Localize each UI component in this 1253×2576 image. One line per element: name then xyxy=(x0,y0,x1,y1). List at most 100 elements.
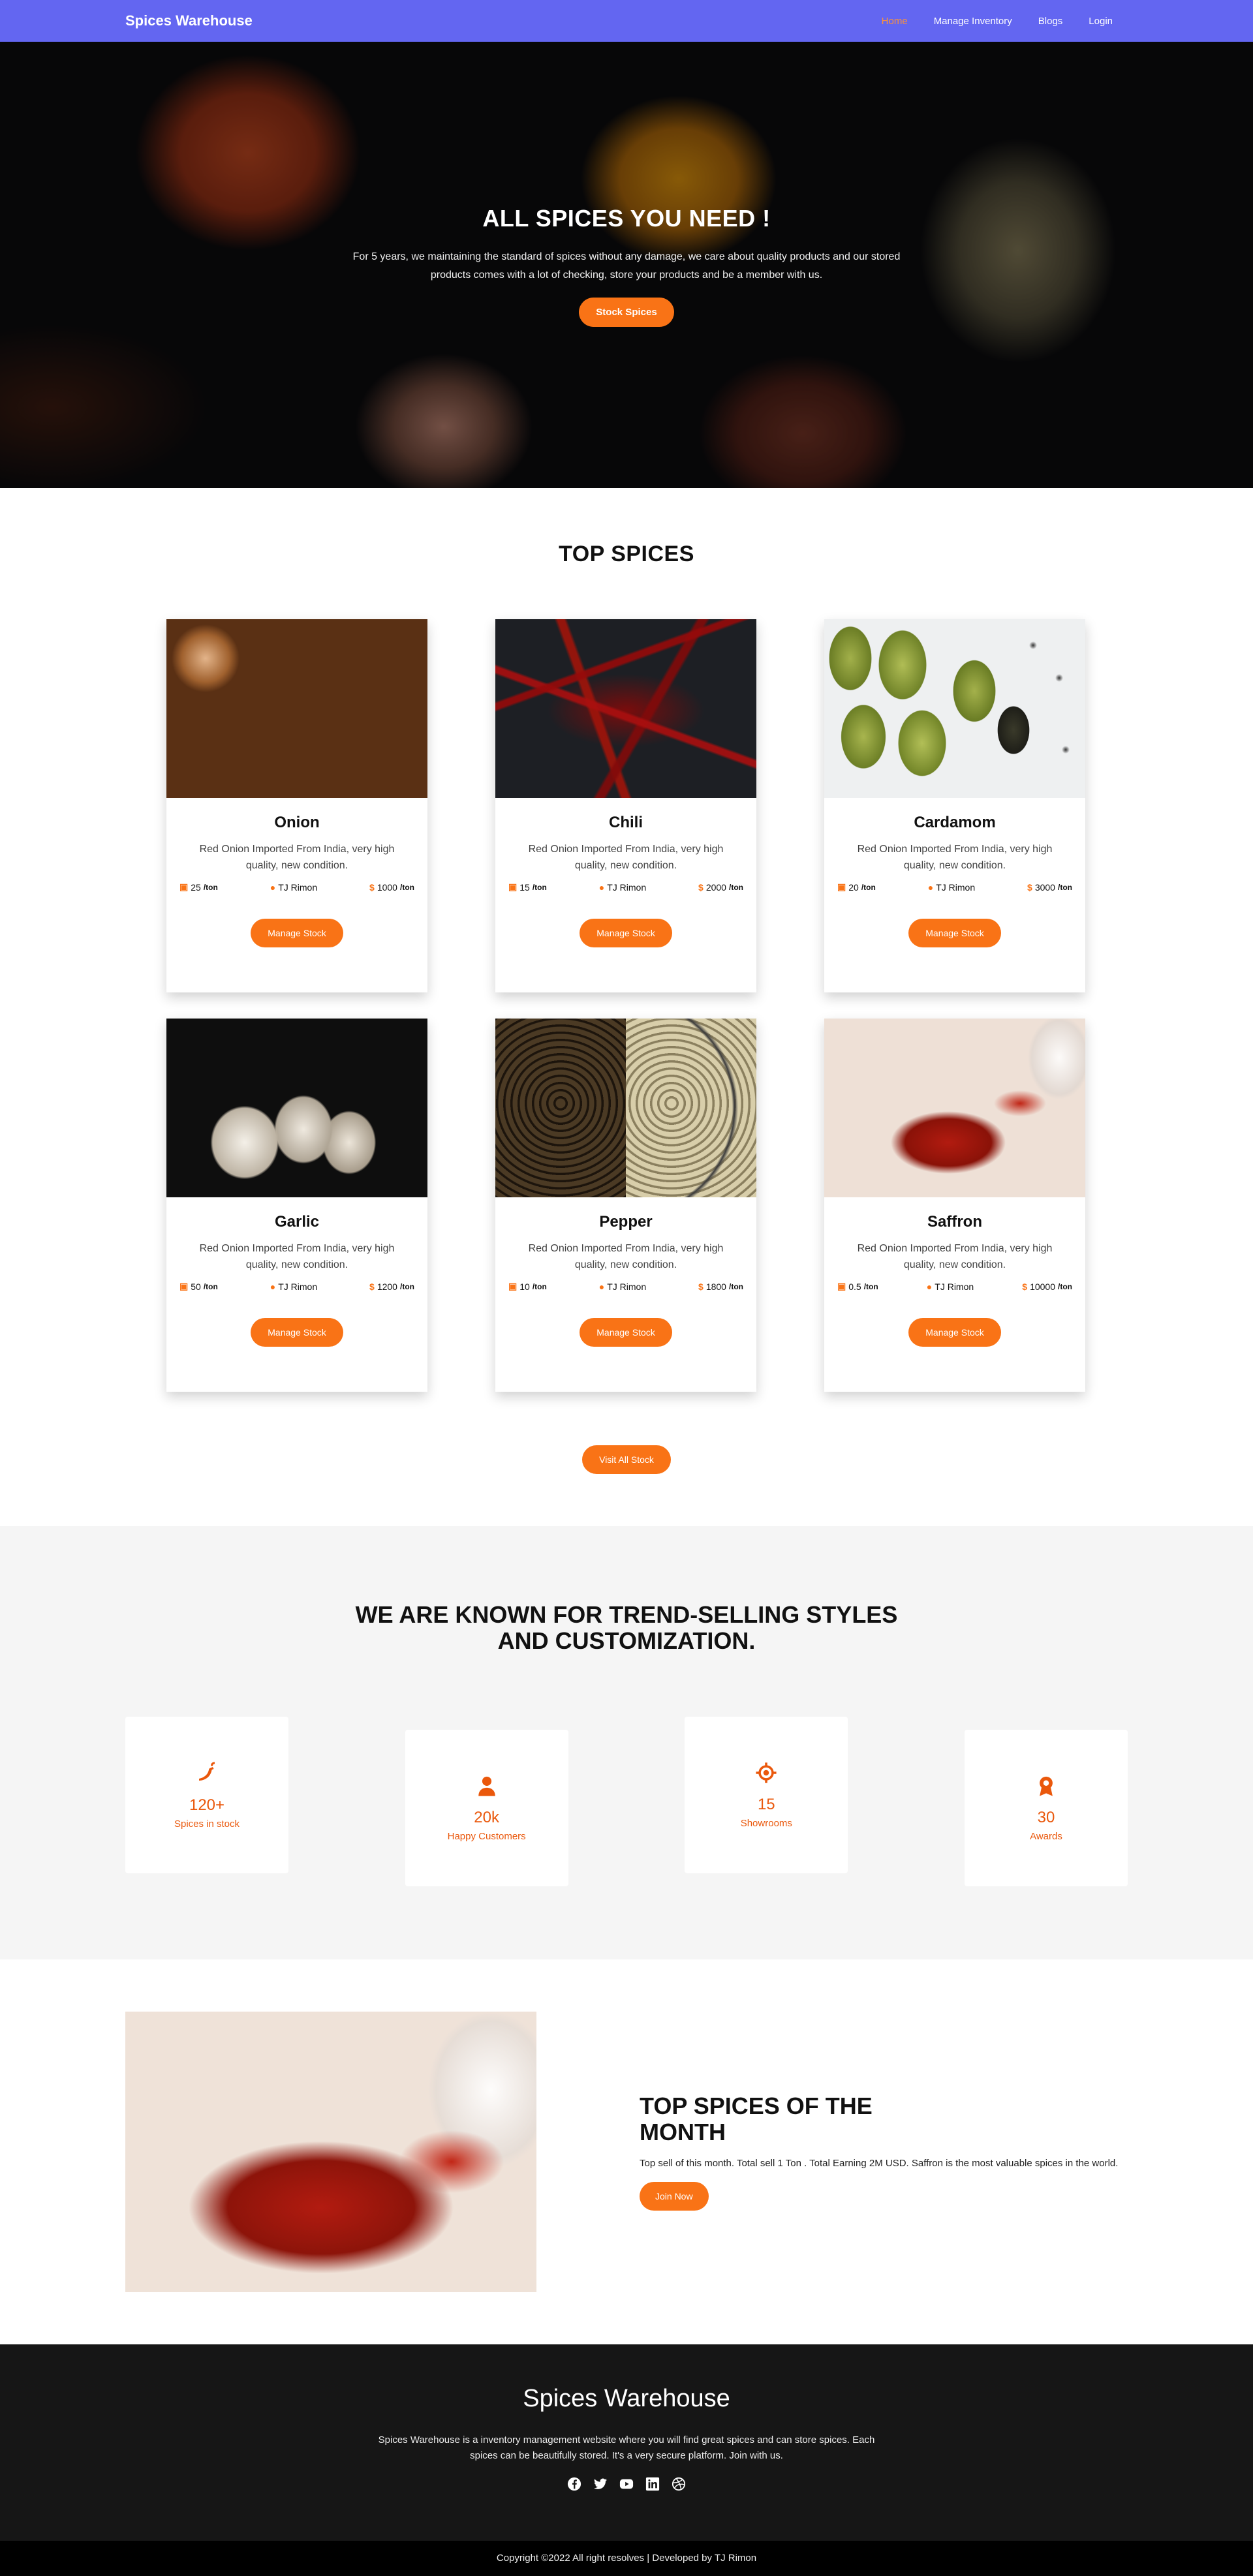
dollar-icon: $ xyxy=(369,882,375,893)
spice-card-chili: Chili Red Onion Imported From India, ver… xyxy=(495,619,756,992)
spice-card-onion: Onion Red Onion Imported From India, ver… xyxy=(166,619,427,992)
price-info: $1000/ton xyxy=(369,882,414,893)
navbar: Spices Warehouse Home Manage Inventory B… xyxy=(0,0,1253,42)
hero-text: For 5 years, we maintaining the standard… xyxy=(352,251,901,281)
price-info: $1200/ton xyxy=(369,1281,414,1292)
supplier-info: ● TJ Rimon xyxy=(599,1281,646,1292)
cardamom-image xyxy=(824,619,1085,798)
location-target-icon xyxy=(755,1762,777,1788)
stock-spices-button[interactable]: Stock Spices xyxy=(579,298,674,327)
nav-home[interactable]: Home xyxy=(882,16,908,27)
stat-value: 15 xyxy=(757,1795,775,1813)
quantity-info: ▣ 25/ton xyxy=(179,882,218,893)
supplier-info: ● TJ Rimon xyxy=(927,1281,974,1292)
nav-blogs[interactable]: Blogs xyxy=(1038,16,1063,27)
manage-stock-button[interactable]: Manage Stock xyxy=(908,1318,1001,1347)
nav-links: Home Manage Inventory Blogs Login xyxy=(882,16,1113,27)
award-icon xyxy=(1035,1775,1057,1801)
spice-meta: ▣ 15/ton ● TJ Rimon $2000/ton xyxy=(508,882,743,893)
user-circle-icon: ● xyxy=(270,1281,276,1292)
manage-stock-button[interactable]: Manage Stock xyxy=(580,1318,672,1347)
month-title: TOP SPICES OF THE MONTH xyxy=(640,2093,873,2145)
dollar-icon: $ xyxy=(1027,882,1032,893)
stats-row: 120+ Spices in stock 20k Happy Customers… xyxy=(125,1717,1128,1886)
quantity-unit: /ton xyxy=(861,882,876,892)
stat-card-customers: 20k Happy Customers xyxy=(405,1730,568,1886)
footer-text: Spices Warehouse is a inventory manageme… xyxy=(378,2434,875,2461)
spice-description: Red Onion Imported From India, very high… xyxy=(528,1243,724,1270)
spice-description: Red Onion Imported From India, very high… xyxy=(199,844,395,871)
join-now-button[interactable]: Join Now xyxy=(640,2182,709,2211)
stat-label: Showrooms xyxy=(740,1817,792,1829)
month-content: TOP SPICES OF THE MONTH Top sell of this… xyxy=(640,2093,1122,2211)
visit-all-stock-button[interactable]: Visit All Stock xyxy=(582,1445,671,1474)
quantity-value: 25 xyxy=(191,882,201,893)
stat-value: 20k xyxy=(474,1808,499,1826)
nav-login[interactable]: Login xyxy=(1089,16,1113,27)
youtube-icon[interactable] xyxy=(619,2477,634,2491)
spice-name: Saffron xyxy=(927,1213,982,1231)
quantity-unit: /ton xyxy=(863,1281,878,1291)
supplier-info: ● TJ Rimon xyxy=(599,882,646,893)
price-info: $1800/ton xyxy=(698,1281,743,1292)
spice-description: Red Onion Imported From India, very high… xyxy=(199,1243,395,1270)
stat-label: Happy Customers xyxy=(447,1830,526,1842)
price-unit: /ton xyxy=(399,882,414,892)
saffron-image xyxy=(824,1019,1085,1197)
user-circle-icon: ● xyxy=(598,882,605,893)
known-for-section: WE ARE KNOWN FOR TREND-SELLING STYLES AN… xyxy=(0,1526,1253,1959)
spice-description: Red Onion Imported From India, very high… xyxy=(528,844,724,871)
clipboard-icon: ▣ xyxy=(837,1281,846,1291)
manage-stock-button[interactable]: Manage Stock xyxy=(251,1318,343,1347)
chili-pepper-icon xyxy=(195,1761,219,1788)
supplier-info: ● TJ Rimon xyxy=(270,882,317,893)
spice-meta: ▣ 50/ton ● TJ Rimon $1200/ton xyxy=(179,1281,414,1292)
manage-stock-button[interactable]: Manage Stock xyxy=(580,919,672,947)
quantity-info: ▣ 15/ton xyxy=(508,882,547,893)
price-value: 1800 xyxy=(705,1281,726,1292)
stat-label: Spices in stock xyxy=(174,1818,240,1830)
dollar-icon: $ xyxy=(698,1281,704,1292)
quantity-info: ▣ 50/ton xyxy=(179,1281,218,1292)
spice-card-cardamom: Cardamom Red Onion Imported From India, … xyxy=(824,619,1085,992)
twitter-icon[interactable] xyxy=(593,2477,608,2491)
supplier-name: TJ Rimon xyxy=(936,882,976,893)
price-value: 1200 xyxy=(377,1281,397,1292)
quantity-unit: /ton xyxy=(532,1281,547,1291)
quantity-value: 20 xyxy=(848,882,859,893)
price-unit: /ton xyxy=(399,1281,414,1291)
spice-name: Pepper xyxy=(599,1213,653,1231)
known-for-title: WE ARE KNOWN FOR TREND-SELLING STYLES AN… xyxy=(355,1601,898,1654)
hero-banner: ALL SPICES YOU NEED ! For 5 years, we ma… xyxy=(0,42,1253,488)
dribbble-icon[interactable] xyxy=(672,2477,686,2491)
quantity-value: 0.5 xyxy=(848,1281,861,1292)
month-text: Top sell of this month. Total sell 1 Ton… xyxy=(640,2158,1119,2169)
spice-description: Red Onion Imported From India, very high… xyxy=(857,844,1053,871)
spice-meta: ▣ 25/ton ● TJ Rimon $1000/ton xyxy=(179,882,414,893)
facebook-icon[interactable] xyxy=(567,2477,581,2491)
saffron-feature-image xyxy=(125,2012,536,2292)
user-circle-icon: ● xyxy=(270,882,276,893)
nav-manage-inventory[interactable]: Manage Inventory xyxy=(934,16,1012,27)
brand-logo[interactable]: Spices Warehouse xyxy=(125,12,253,29)
spice-description: Red Onion Imported From India, very high… xyxy=(857,1243,1053,1270)
linkedin-icon[interactable] xyxy=(645,2477,660,2491)
manage-stock-button[interactable]: Manage Stock xyxy=(908,919,1001,947)
user-circle-icon: ● xyxy=(927,882,934,893)
spice-name: Cardamom xyxy=(914,814,996,831)
month-section: TOP SPICES OF THE MONTH Top sell of this… xyxy=(0,1959,1253,2344)
footer-title: Spices Warehouse xyxy=(523,2385,730,2412)
garlic-image xyxy=(166,1019,427,1197)
supplier-info: ● TJ Rimon xyxy=(928,882,975,893)
price-info: $10000/ton xyxy=(1022,1281,1072,1292)
spice-name: Garlic xyxy=(274,1213,320,1231)
hero-title: ALL SPICES YOU NEED ! xyxy=(482,205,771,232)
quantity-info: ▣ 20/ton xyxy=(837,882,876,893)
footer: Spices Warehouse Spices Warehouse is a i… xyxy=(0,2344,1253,2541)
price-value: 2000 xyxy=(705,882,726,893)
chili-image xyxy=(495,619,756,798)
price-info: $2000/ton xyxy=(698,882,743,893)
price-unit: /ton xyxy=(1057,882,1072,892)
quantity-unit: /ton xyxy=(203,882,218,892)
manage-stock-button[interactable]: Manage Stock xyxy=(251,919,343,947)
